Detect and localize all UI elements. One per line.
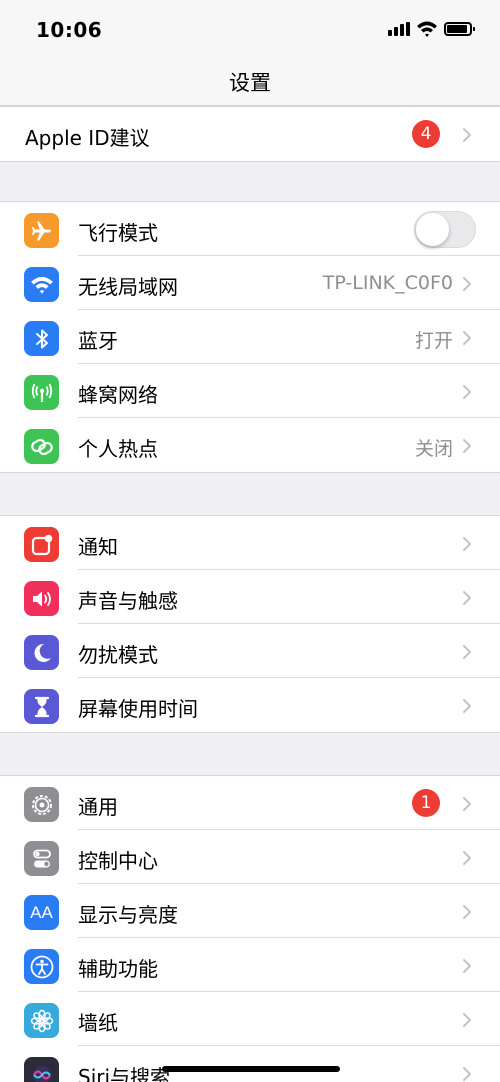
chevron-right-icon bbox=[463, 128, 471, 142]
settings-row-cellular[interactable]: 蜂窝网络 bbox=[0, 364, 500, 418]
toggle-knob bbox=[416, 213, 449, 246]
notification-badge: 4 bbox=[412, 120, 440, 148]
page-title: 设置 bbox=[229, 71, 271, 95]
notification-badge: 1 bbox=[412, 789, 440, 817]
notification-icon bbox=[24, 527, 59, 562]
settings-row-label: 通知 bbox=[78, 535, 118, 559]
chevron-right-icon bbox=[463, 1067, 471, 1081]
chevron-right-icon bbox=[463, 959, 471, 973]
settings-row-airplane-mode[interactable]: 飞行模式 bbox=[0, 202, 500, 256]
settings-row-screen-time[interactable]: 屏幕使用时间 bbox=[0, 678, 500, 732]
chevron-right-icon bbox=[463, 645, 471, 659]
text-size-icon: AA bbox=[24, 895, 59, 930]
cellular-signal-icon bbox=[388, 22, 410, 36]
settings-row-display-brightness[interactable]: AA 显示与亮度 bbox=[0, 884, 500, 938]
settings-row-label: 墙纸 bbox=[78, 1011, 118, 1035]
hotspot-link-icon bbox=[24, 429, 59, 464]
airplane-mode-toggle[interactable] bbox=[414, 211, 476, 248]
settings-row-bluetooth[interactable]: 蓝牙 打开 bbox=[0, 310, 500, 364]
chevron-right-icon bbox=[463, 537, 471, 551]
apple-id-suggestions-row[interactable]: Apple ID建议 4 bbox=[0, 107, 500, 161]
chevron-right-icon bbox=[463, 797, 471, 811]
wifi-network-value: TP-LINK_C0F0 bbox=[322, 272, 453, 294]
settings-row-label: 个人热点 bbox=[78, 437, 158, 461]
settings-row-label: 辅助功能 bbox=[78, 957, 158, 981]
chevron-right-icon bbox=[463, 385, 471, 399]
chevron-right-icon bbox=[463, 331, 471, 345]
settings-row-label: 声音与触感 bbox=[78, 589, 178, 613]
bluetooth-icon bbox=[24, 321, 59, 356]
settings-row-label: 勿扰模式 bbox=[78, 643, 158, 667]
settings-row-label: Siri与搜索 bbox=[78, 1065, 171, 1082]
chevron-right-icon bbox=[463, 439, 471, 453]
status-time: 10:06 bbox=[36, 18, 103, 42]
moon-icon bbox=[24, 635, 59, 670]
battery-icon bbox=[444, 22, 475, 36]
settings-row-notifications[interactable]: 通知 bbox=[0, 516, 500, 570]
settings-row-label: 屏幕使用时间 bbox=[78, 697, 198, 721]
switches-icon bbox=[24, 841, 59, 876]
settings-row-label: 蓝牙 bbox=[78, 329, 118, 353]
speaker-icon bbox=[24, 581, 59, 616]
settings-row-wifi[interactable]: 无线局域网 TP-LINK_C0F0 bbox=[0, 256, 500, 310]
gear-icon bbox=[24, 787, 59, 822]
wifi-signal-icon bbox=[417, 21, 437, 37]
settings-row-control-center[interactable]: 控制中心 bbox=[0, 830, 500, 884]
cellular-antenna-icon bbox=[24, 375, 59, 410]
settings-row-personal-hotspot[interactable]: 个人热点 关闭 bbox=[0, 418, 500, 472]
bluetooth-status-value: 打开 bbox=[414, 330, 453, 352]
hotspot-status-value: 关闭 bbox=[414, 438, 453, 460]
settings-row-label: 飞行模式 bbox=[78, 221, 158, 245]
flower-icon bbox=[24, 1003, 59, 1038]
settings-row-wallpaper[interactable]: 墙纸 bbox=[0, 992, 500, 1046]
settings-row-siri-search[interactable]: Siri与搜索 bbox=[0, 1046, 500, 1082]
chevron-right-icon bbox=[463, 905, 471, 919]
apple-id-group: Apple ID建议 4 bbox=[0, 106, 500, 162]
settings-row-sounds-haptics[interactable]: 声音与触感 bbox=[0, 570, 500, 624]
settings-row-label: 蜂窝网络 bbox=[78, 383, 158, 407]
settings-row-label: 无线局域网 bbox=[78, 275, 178, 299]
chevron-right-icon bbox=[463, 1013, 471, 1027]
settings-row-label: 显示与亮度 bbox=[78, 903, 178, 927]
chevron-right-icon bbox=[463, 699, 471, 713]
chevron-right-icon bbox=[463, 277, 471, 291]
settings-row-do-not-disturb[interactable]: 勿扰模式 bbox=[0, 624, 500, 678]
status-bar: 10:06 bbox=[0, 0, 500, 56]
notifications-group: 通知 声音与触感 勿扰模式 屏幕使用时间 bbox=[0, 515, 500, 733]
accessibility-icon bbox=[24, 949, 59, 984]
apple-id-label: Apple ID建议 bbox=[25, 126, 150, 150]
status-icons bbox=[388, 20, 478, 40]
navigation-bar: 设置 bbox=[0, 56, 500, 106]
siri-icon bbox=[24, 1057, 59, 1082]
home-indicator[interactable] bbox=[162, 1066, 340, 1072]
chevron-right-icon bbox=[463, 851, 471, 865]
general-group: 通用 1 控制中心 AA 显示与亮度 辅助功能 墙纸 Siri与搜索 bbox=[0, 775, 500, 1082]
settings-row-label: 通用 bbox=[78, 795, 118, 819]
chevron-right-icon bbox=[463, 591, 471, 605]
hourglass-icon bbox=[24, 689, 59, 724]
settings-row-label: 控制中心 bbox=[78, 849, 158, 873]
connectivity-group: 飞行模式 无线局域网 TP-LINK_C0F0 蓝牙 打开 蜂窝网络 个人热点 … bbox=[0, 201, 500, 473]
airplane-icon bbox=[24, 213, 59, 248]
settings-row-general[interactable]: 通用 1 bbox=[0, 776, 500, 830]
wifi-icon bbox=[24, 267, 59, 302]
settings-row-accessibility[interactable]: 辅助功能 bbox=[0, 938, 500, 992]
